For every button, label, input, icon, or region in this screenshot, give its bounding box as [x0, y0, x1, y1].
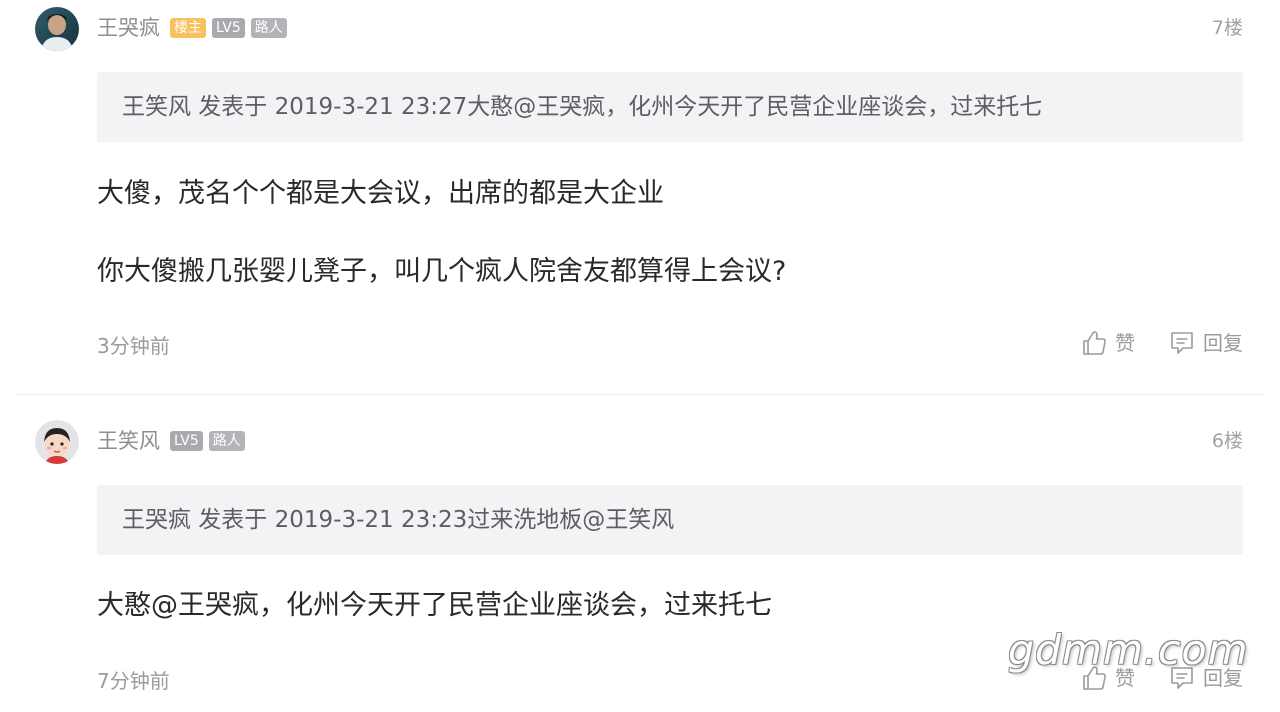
- level-badge: LV5: [212, 18, 245, 38]
- like-label: 赞: [1115, 331, 1135, 355]
- post-actions: 赞 回复: [1081, 328, 1243, 358]
- role-badge: 路人: [250, 18, 287, 38]
- cartoon-avatar-icon: [35, 420, 79, 464]
- author-row: 王笑风 LV5 路人: [97, 427, 245, 455]
- avatar[interactable]: [35, 420, 79, 464]
- post-divider: [17, 394, 1265, 395]
- avatar[interactable]: [35, 7, 79, 51]
- quoted-reply[interactable]: 王哭疯 发表于 2019-3-21 23:23过来洗地板@王笑风: [97, 485, 1243, 555]
- site-watermark: gdmm.com: [1008, 626, 1249, 674]
- level-badge: LV5: [170, 431, 203, 451]
- floor-number: 7楼: [1211, 17, 1243, 39]
- comment-bubble-icon: [1171, 332, 1193, 354]
- role-badge: 路人: [208, 431, 245, 451]
- floor-number: 6楼: [1211, 430, 1243, 452]
- author-name[interactable]: 王哭疯: [97, 14, 160, 42]
- author-row: 王哭疯 楼主 LV5 路人: [97, 14, 287, 42]
- post-time: 7分钟前: [97, 669, 170, 693]
- quoted-reply[interactable]: 王笑风 发表于 2019-3-21 23:27大憨@王哭疯，化州今天开了民营企业…: [97, 72, 1243, 142]
- owner-badge: 楼主: [170, 18, 206, 38]
- thumbs-up-icon: [1083, 331, 1106, 355]
- author-name[interactable]: 王笑风: [97, 427, 160, 455]
- post-time: 3分钟前: [97, 334, 170, 358]
- reply-label: 回复: [1203, 331, 1243, 355]
- like-button[interactable]: 赞: [1081, 328, 1135, 358]
- post-content-line: 大傻，茂名个个都是大会议，出席的都是大企业: [97, 178, 664, 209]
- reply-button[interactable]: 回复: [1169, 328, 1243, 358]
- user-photo-avatar-icon: [35, 7, 79, 51]
- thread-page: 王哭疯 楼主 LV5 路人 7楼 王笑风 发表于 2019-3-21 23:27…: [0, 0, 1280, 712]
- post-content-line: 你大傻搬几张婴儿凳子，叫几个疯人院舍友都算得上会议?: [97, 256, 787, 287]
- post-content-line: 大憨@王哭疯，化州今天开了民营企业座谈会，过来托七: [97, 590, 772, 621]
